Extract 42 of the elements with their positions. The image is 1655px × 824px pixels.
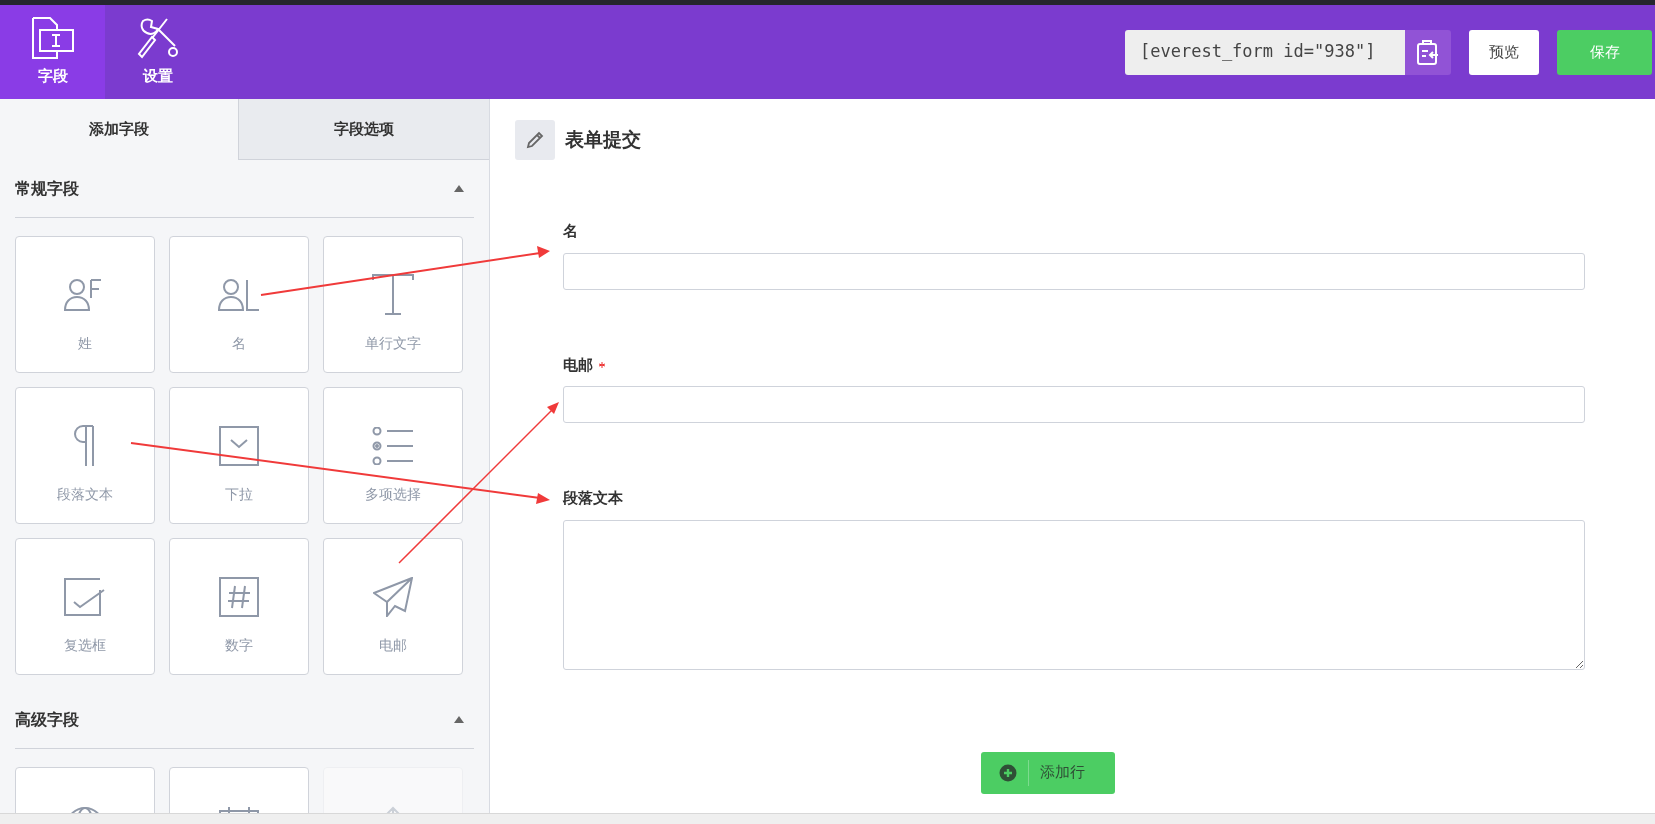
hash-icon [219, 577, 259, 617]
field-label: 电邮 [563, 354, 593, 375]
field-card[interactable]: 单行文字 [323, 236, 463, 373]
field-card[interactable]: 多项选择 [323, 387, 463, 524]
save-button[interactable]: 保存 [1557, 29, 1652, 75]
section-title: 高级字段 [15, 709, 79, 730]
nav-tab[interactable]: 字段 [0, 5, 105, 99]
field-card[interactable]: 段落文本 [15, 387, 155, 524]
caret-icon[interactable] [454, 716, 464, 723]
field-card[interactable]: 名 [169, 236, 309, 373]
field-card[interactable]: 数字 [169, 538, 309, 675]
plus-circle-icon [998, 763, 1017, 782]
clipboard-icon [1416, 38, 1440, 66]
nav-tab[interactable]: 设置 [105, 5, 210, 99]
input-field[interactable] [563, 386, 1585, 423]
horizontal-scrollbar[interactable] [0, 813, 1655, 824]
field-card[interactable]: 复选框 [15, 538, 155, 675]
copy-button[interactable] [1405, 29, 1451, 75]
checkbox-icon [64, 578, 106, 616]
edit-button[interactable] [515, 120, 555, 160]
textarea-field[interactable] [563, 519, 1585, 670]
radio-list-icon [372, 427, 414, 465]
field-label: 名 [563, 221, 578, 241]
input-field[interactable] [563, 252, 1585, 290]
field-card[interactable]: 电邮 [323, 538, 463, 675]
form-title: 表单提交 [565, 127, 641, 152]
paper-plane-icon [373, 577, 413, 617]
panel-tab[interactable]: 字段选项 [238, 99, 489, 160]
text-cursor-icon [372, 274, 414, 316]
field-card[interactable]: 姓 [15, 236, 155, 373]
section-title: 常规字段 [15, 178, 79, 199]
add-row-button[interactable]: 添加行 [980, 751, 1115, 794]
wrench-screwdriver-icon [136, 16, 179, 59]
field-card[interactable]: 下拉 [169, 387, 309, 524]
dropdown-icon [219, 426, 259, 466]
person-icon [217, 278, 261, 312]
pencil-icon [526, 131, 544, 149]
caret-icon[interactable] [454, 185, 464, 192]
paragraph-icon [74, 425, 96, 467]
field-label: 段落文本 [563, 488, 623, 508]
preview-button[interactable]: 预览 [1469, 29, 1539, 75]
form-field-icon [31, 16, 74, 59]
